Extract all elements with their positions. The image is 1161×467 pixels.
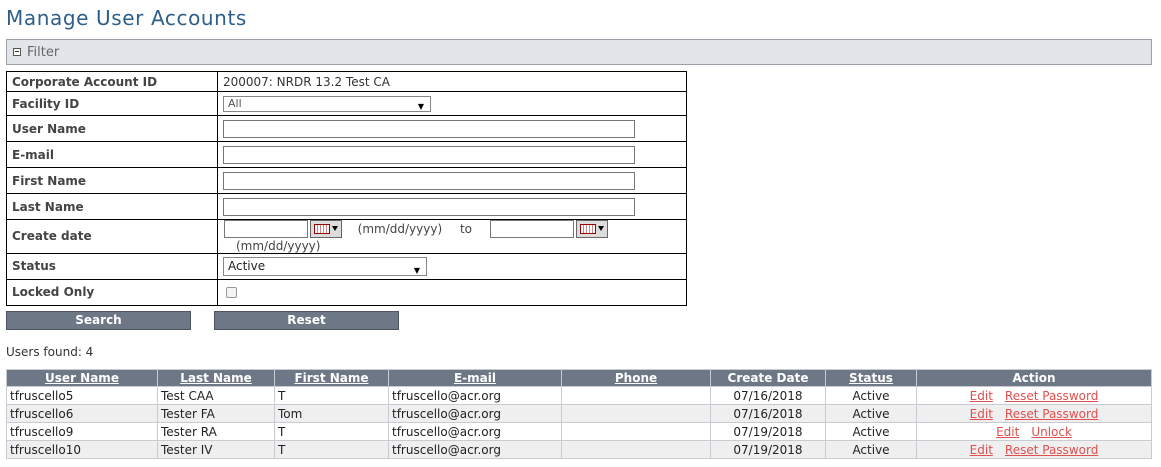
cell-phone <box>561 440 711 459</box>
filter-panel-header[interactable]: Filter <box>6 39 1152 65</box>
sort-link[interactable]: Status <box>849 371 893 385</box>
column-header-create-date: Create Date <box>710 369 826 387</box>
column-header-last-name[interactable]: Last Name <box>157 369 275 387</box>
cell-first-name: T <box>274 422 389 441</box>
cell-phone <box>561 404 711 423</box>
cell-action: Edit Reset Password <box>916 404 1152 423</box>
unlock-link[interactable]: Unlock <box>1031 425 1072 439</box>
reset-password-link[interactable]: Reset Password <box>1005 407 1098 421</box>
table-row: tfruscello5 Test CAA T tfruscello@acr.or… <box>6 386 1152 405</box>
cell-last-name: Tester RA <box>157 422 275 441</box>
column-header-action: Action <box>916 369 1152 387</box>
create-date-from-input[interactable] <box>224 220 308 238</box>
column-header-user-name[interactable]: User Name <box>6 369 158 387</box>
email-label: E-mail <box>6 141 218 168</box>
sort-link[interactable]: First Name <box>294 371 368 385</box>
cell-last-name: Tester IV <box>157 440 275 459</box>
cell-email: tfruscello@acr.org <box>388 386 562 405</box>
table-row: tfruscello6 Tester FA Tom tfruscello@acr… <box>6 404 1152 423</box>
cell-email: tfruscello@acr.org <box>388 422 562 441</box>
cell-create-date: 07/16/2018 <box>710 386 826 405</box>
reset-password-link[interactable]: Reset Password <box>1005 389 1098 403</box>
date-format-hint: (mm/dd/yyyy) <box>236 238 321 253</box>
sort-link[interactable]: Phone <box>615 371 657 385</box>
locked-only-label: Locked Only <box>6 278 218 306</box>
column-header-first-name[interactable]: First Name <box>274 369 389 387</box>
last-name-label: Last Name <box>6 193 218 220</box>
chevron-down-icon: ▼ <box>417 101 424 111</box>
cell-create-date: 07/19/2018 <box>710 440 826 459</box>
users-table: User Name Last Name First Name E-mail Ph… <box>6 369 1152 459</box>
sort-link[interactable]: User Name <box>45 371 119 385</box>
calendar-icon[interactable] <box>575 220 608 238</box>
search-button[interactable]: Search <box>6 311 191 330</box>
cell-first-name: Tom <box>274 404 389 423</box>
edit-link[interactable]: Edit <box>996 425 1019 439</box>
calendar-icon[interactable] <box>309 220 342 238</box>
edit-link[interactable]: Edit <box>970 389 993 403</box>
cell-status: Active <box>825 422 917 441</box>
filter-form: Corporate Account ID 200007: NRDR 13.2 T… <box>6 71 687 306</box>
cell-create-date: 07/16/2018 <box>710 404 826 423</box>
corporate-account-label: Corporate Account ID <box>6 71 218 92</box>
facility-id-label: Facility ID <box>6 91 218 116</box>
cell-last-name: Tester FA <box>157 404 275 423</box>
date-format-hint: (mm/dd/yyyy) <box>357 222 443 236</box>
cell-user-name: tfruscello10 <box>6 440 158 459</box>
facility-id-selected: All <box>228 96 242 110</box>
column-header-status[interactable]: Status <box>825 369 917 387</box>
cell-user-name: tfruscello6 <box>6 404 158 423</box>
first-name-label: First Name <box>6 167 218 194</box>
user-name-input[interactable] <box>223 119 635 138</box>
column-header-phone[interactable]: Phone <box>561 369 711 387</box>
edit-link[interactable]: Edit <box>970 407 993 421</box>
cell-action: Edit Reset Password <box>916 440 1152 459</box>
column-header-email[interactable]: E-mail <box>388 369 562 387</box>
user-name-label: User Name <box>6 115 218 142</box>
first-name-input[interactable] <box>223 171 635 190</box>
filter-label: Filter <box>27 45 60 60</box>
cell-status: Active <box>825 440 917 459</box>
sort-link[interactable]: E-mail <box>454 371 496 385</box>
users-found-count: Users found: 4 <box>6 345 94 359</box>
reset-button[interactable]: Reset <box>214 311 399 330</box>
cell-email: tfruscello@acr.org <box>388 440 562 459</box>
create-date-to-input[interactable] <box>489 220 574 238</box>
cell-user-name: tfruscello5 <box>6 386 158 405</box>
status-selected: Active <box>228 258 266 273</box>
sort-link[interactable]: Last Name <box>180 371 252 385</box>
cell-phone <box>561 386 711 405</box>
cell-phone <box>561 422 711 441</box>
create-date-label: Create date <box>6 219 218 254</box>
cell-first-name: T <box>274 440 389 459</box>
cell-action: Edit Unlock <box>916 422 1152 441</box>
reset-password-link[interactable]: Reset Password <box>1005 443 1098 457</box>
status-label: Status <box>6 252 218 280</box>
cell-email: tfruscello@acr.org <box>388 404 562 423</box>
collapse-icon[interactable] <box>13 48 21 56</box>
date-range-to-label: to <box>459 222 472 236</box>
page-title: Manage User Accounts <box>6 6 247 30</box>
email-input[interactable] <box>223 145 635 164</box>
cell-first-name: T <box>274 386 389 405</box>
facility-id-select[interactable]: All ▼ <box>223 95 431 112</box>
cell-status: Active <box>825 386 917 405</box>
chevron-down-icon: ▼ <box>413 265 420 275</box>
corporate-account-value: 200007: NRDR 13.2 Test CA <box>217 71 687 92</box>
edit-link[interactable]: Edit <box>970 443 993 457</box>
cell-last-name: Test CAA <box>157 386 275 405</box>
last-name-input[interactable] <box>223 197 635 216</box>
cell-status: Active <box>825 404 917 423</box>
cell-create-date: 07/19/2018 <box>710 422 826 441</box>
table-row: tfruscello10 Tester IV T tfruscello@acr.… <box>6 440 1152 459</box>
cell-user-name: tfruscello9 <box>6 422 158 441</box>
locked-only-checkbox[interactable] <box>226 287 237 298</box>
table-row: tfruscello9 Tester RA T tfruscello@acr.o… <box>6 422 1152 441</box>
cell-action: Edit Reset Password <box>916 386 1152 405</box>
status-select[interactable]: Active ▼ <box>223 256 427 276</box>
